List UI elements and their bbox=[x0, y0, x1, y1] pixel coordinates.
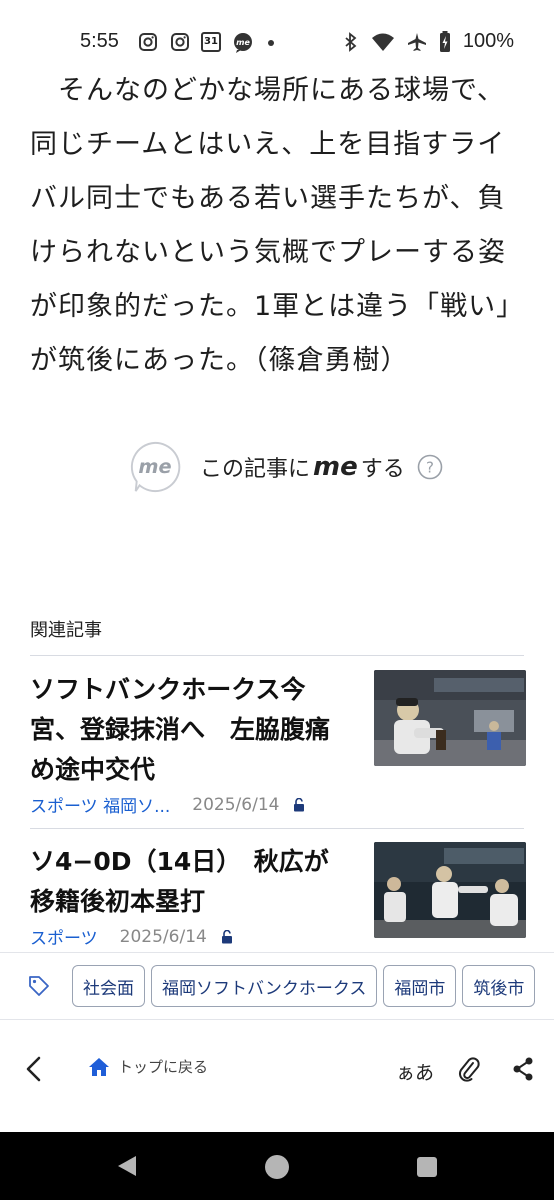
related-article-card[interactable]: ソ4−0D（14日） 秋広が 移籍後初本塁打 スポーツ 2025/6/14 bbox=[30, 842, 526, 950]
me-logo-word: me bbox=[313, 452, 358, 482]
paragraph-line: が筑後にあった。（篠倉勇樹） bbox=[30, 345, 409, 376]
back-to-top-label: トップに戻る bbox=[118, 1058, 209, 1076]
tag-chip[interactable]: 福岡市 bbox=[383, 965, 457, 1007]
clip-button[interactable] bbox=[458, 1056, 480, 1082]
me-app-icon: me bbox=[234, 33, 252, 53]
instagram-icon bbox=[171, 33, 189, 51]
baseball-photo bbox=[374, 842, 526, 938]
tags-bar: 社会面 福岡ソフトバンクホークス 福岡市 筑後市 bbox=[0, 952, 554, 1020]
me-this-article-button[interactable]: me この記事に me する ? bbox=[128, 440, 443, 494]
battery-icon bbox=[439, 30, 450, 52]
related-article-title[interactable]: ソ4−0D（14日） 秋広が 移籍後初本塁打 bbox=[30, 842, 352, 922]
category-label: スポーツ 福岡ソ... bbox=[30, 797, 171, 817]
me-action-label: この記事に me する bbox=[200, 452, 405, 482]
bottom-toolbar: トップに戻る ぁあ bbox=[0, 1020, 554, 1130]
tag-chip[interactable]: 筑後市 bbox=[462, 965, 536, 1007]
share-icon bbox=[513, 1057, 533, 1081]
back-button[interactable] bbox=[24, 1056, 44, 1082]
status-right-group: 100% bbox=[343, 30, 514, 53]
related-article-meta: スポーツ 福岡ソ... 2025/6/14 bbox=[30, 792, 526, 817]
share-button[interactable] bbox=[512, 1056, 534, 1082]
airplane-icon bbox=[407, 32, 426, 51]
font-size-button[interactable]: ぁあ bbox=[396, 1058, 434, 1085]
svg-text:me: me bbox=[138, 455, 171, 478]
unlock-icon bbox=[294, 797, 305, 811]
article-paragraph: そんなのどかな場所にある球場で、 同じチームとはいえ、上を目指すライ バル同士で… bbox=[30, 64, 530, 388]
nav-back-icon[interactable] bbox=[116, 1154, 138, 1178]
category-label: スポーツ bbox=[30, 929, 98, 949]
unlock-icon bbox=[221, 929, 232, 943]
svg-text:?: ? bbox=[426, 459, 434, 477]
divider bbox=[30, 828, 524, 829]
instagram-icon bbox=[139, 33, 157, 51]
wifi-icon bbox=[371, 33, 394, 51]
date-label: 2025/6/14 bbox=[119, 926, 207, 947]
tag-chip[interactable]: 社会面 bbox=[72, 965, 145, 1007]
related-articles-heading: 関連記事 bbox=[30, 620, 102, 641]
article-thumbnail[interactable] bbox=[374, 842, 526, 938]
nav-home-icon[interactable] bbox=[264, 1154, 290, 1180]
paperclip-icon bbox=[458, 1057, 480, 1082]
home-icon bbox=[89, 1057, 109, 1076]
help-icon[interactable]: ? bbox=[417, 454, 443, 480]
dot-icon bbox=[268, 40, 274, 46]
paragraph-line: が印象的だった。1軍とは違う「戦い」 bbox=[30, 291, 525, 322]
battery-percent: 100% bbox=[462, 30, 514, 52]
paragraph-line: そんなのどかな場所にある球場で、 bbox=[30, 75, 505, 106]
svg-text:me: me bbox=[236, 38, 250, 47]
nav-recents-icon[interactable] bbox=[416, 1156, 438, 1178]
paragraph-line: バル同士でもある若い選手たちが、負 bbox=[30, 183, 506, 214]
calendar-icon: 31 bbox=[201, 32, 221, 52]
tag-chip[interactable]: 福岡ソフトバンクホークス bbox=[151, 965, 378, 1007]
tag-icon bbox=[29, 976, 49, 996]
divider bbox=[30, 655, 524, 656]
related-article-title[interactable]: ソフトバンクホークス今 宮、登録抹消へ 左脇腹痛 め途中交代 bbox=[30, 670, 352, 790]
article-thumbnail[interactable] bbox=[374, 670, 526, 766]
related-article-card[interactable]: ソフトバンクホークス今 宮、登録抹消へ 左脇腹痛 め途中交代 スポーツ 福岡ソ.… bbox=[30, 670, 526, 820]
system-nav-bar bbox=[0, 1132, 554, 1200]
date-label: 2025/6/14 bbox=[192, 794, 280, 815]
bluetooth-icon bbox=[345, 31, 357, 52]
status-time: 5:55 bbox=[80, 30, 119, 52]
paragraph-line: 同じチームとはいえ、上を目指すライ bbox=[30, 129, 506, 160]
me-badge-icon: me bbox=[130, 441, 181, 493]
back-to-top-button[interactable]: トップに戻る bbox=[88, 1056, 208, 1077]
chevron-left-icon bbox=[26, 1056, 41, 1082]
baseball-photo bbox=[374, 670, 526, 766]
paragraph-line: けられないという気概でプレーする姿 bbox=[30, 237, 506, 268]
